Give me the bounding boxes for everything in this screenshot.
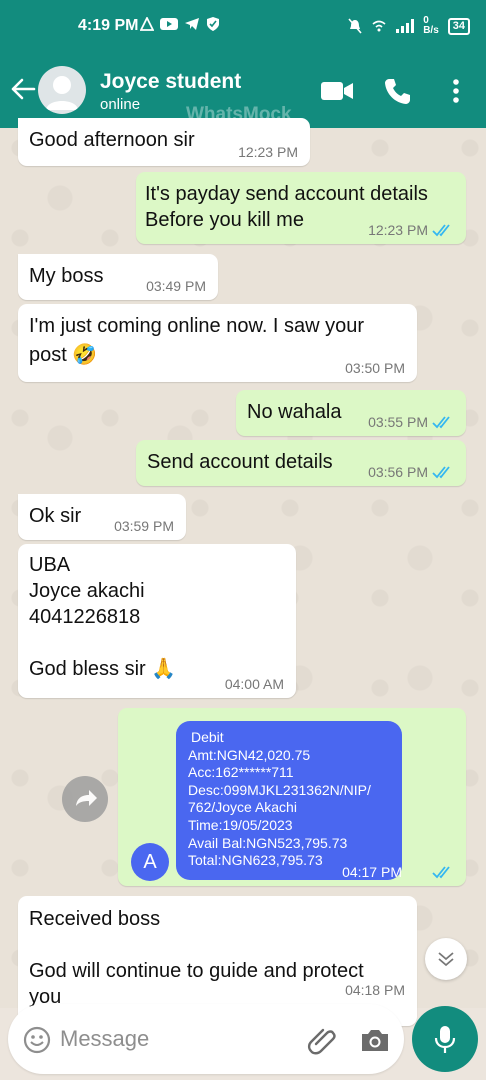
net-speed: 0 B/s [423, 16, 439, 36]
telegram-icon [185, 18, 199, 30]
message-time-label: 12:23 PM [368, 222, 428, 238]
back-arrow-icon[interactable] [10, 76, 36, 102]
message-time: 04:00 AM [225, 676, 284, 692]
message-time: 04:18 PM [345, 982, 405, 998]
message-time: 12:23 PM [238, 144, 298, 160]
message-bubble-incoming[interactable]: UBA Joyce akachi 4041226818 God bless si… [18, 544, 296, 698]
camera-icon[interactable] [360, 1026, 390, 1054]
microphone-icon [434, 1026, 456, 1053]
message-time-label: 04:17 PM [342, 864, 402, 880]
message-time: 03:49 PM [146, 278, 206, 294]
contact-name[interactable]: Joyce student [100, 70, 241, 94]
forward-button[interactable] [62, 776, 108, 822]
message-bubble-incoming[interactable]: My boss 03:49 PM [18, 254, 218, 300]
read-receipt-icon [432, 416, 450, 429]
message-bubble-incoming[interactable]: I'm just coming online now. I saw your p… [18, 304, 417, 382]
debit-line: 762/Joyce Akachi [188, 799, 297, 816]
scroll-to-bottom-button[interactable] [425, 938, 467, 980]
forward-icon [76, 790, 97, 806]
message-time: 12:23 PM [368, 222, 454, 238]
message-time: 03:59 PM [114, 518, 174, 534]
read-receipt-icon [432, 866, 450, 879]
debit-alert-image[interactable]: Debit Amt:NGN42,020.75 Acc:162******711 … [176, 721, 402, 880]
system-icons: 0 B/s 34 [348, 16, 470, 36]
emoji-icon[interactable] [23, 1026, 51, 1054]
message-time-label: 04:18 PM [345, 982, 405, 998]
debit-line: Debit [191, 729, 224, 745]
battery-icon: 34 [447, 17, 470, 35]
message-text: UBA Joyce akachi 4041226818 God bless si… [29, 554, 177, 680]
message-bubble-outgoing[interactable]: No wahala 03:55 PM [236, 390, 466, 436]
watermark: WhatsMock [186, 104, 292, 125]
default-avatar-icon [46, 76, 78, 110]
attach-icon[interactable] [306, 1024, 338, 1056]
message-time-label: 04:00 AM [224, 676, 284, 692]
debit-line: Desc:099MJKL231362N/NIP/ [188, 781, 371, 798]
message-time: 03:56 PM [368, 464, 454, 480]
message-bubble-outgoing[interactable]: It's payday send account details Before … [136, 172, 466, 244]
status-bar: 4:19 PM 0 B/s 34 [0, 0, 486, 52]
contact-status: online [100, 96, 141, 113]
avatar-badge: A [131, 843, 169, 881]
phone-call-icon[interactable] [383, 77, 411, 105]
message-time-label: 03:55 PM [368, 414, 428, 430]
message-time-label: 03:49 PM [146, 278, 206, 294]
net-speed-unit: B/s [423, 25, 439, 36]
more-options-icon[interactable] [444, 78, 468, 104]
message-composer [8, 1004, 404, 1074]
message-time-label: 12:23 PM [238, 144, 298, 160]
message-time: 03:55 PM [368, 414, 454, 430]
read-receipt-icon [432, 224, 450, 237]
read-receipt-icon [432, 466, 450, 479]
message-time: 03:50 PM [345, 360, 405, 376]
debit-line: Amt:NGN42,020.75 [188, 746, 311, 763]
message-time-label: 03:59 PM [114, 518, 174, 534]
status-time: 4:19 PM [78, 17, 139, 34]
debit-line: Time:19/05/2023 [188, 816, 293, 833]
warning-icon [140, 17, 154, 31]
voice-record-button[interactable] [412, 1006, 478, 1072]
message-time-label: 03:56 PM [368, 464, 428, 480]
message-time: 04:17 PM [342, 864, 454, 880]
message-bubble-incoming[interactable]: Ok sir 03:59 PM [18, 494, 186, 540]
debit-line: Acc:162******711 [188, 764, 294, 781]
notification-icons [140, 16, 220, 32]
wifi-icon [372, 20, 386, 32]
message-bubble-outgoing[interactable]: Send account details 03:56 PM [136, 440, 466, 486]
message-time-label: 03:50 PM [345, 360, 405, 376]
signal-icon [396, 19, 415, 33]
debit-line: Avail Bal:NGN523,795.73 [188, 834, 348, 851]
message-input[interactable] [60, 1022, 290, 1056]
avatar[interactable] [38, 66, 86, 114]
video-call-icon[interactable] [320, 79, 354, 103]
youtube-icon [160, 18, 178, 30]
mute-icon [348, 18, 362, 34]
chevron-down-icon [438, 952, 454, 967]
shield-icon [207, 17, 219, 31]
